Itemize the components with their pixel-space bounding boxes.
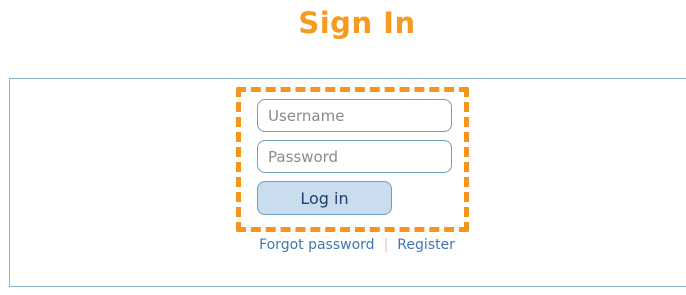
username-input[interactable] [257,99,452,132]
link-separator: | [383,237,389,253]
login-button[interactable]: Log in [257,181,392,215]
sign-in-page: Sign In Log in Forgot password | Register [0,0,686,295]
forgot-password-link[interactable]: Forgot password [259,237,375,253]
register-link[interactable]: Register [397,237,455,253]
password-input[interactable] [257,140,452,173]
page-title: Sign In [298,6,416,40]
auth-links: Forgot password | Register [0,236,686,254]
